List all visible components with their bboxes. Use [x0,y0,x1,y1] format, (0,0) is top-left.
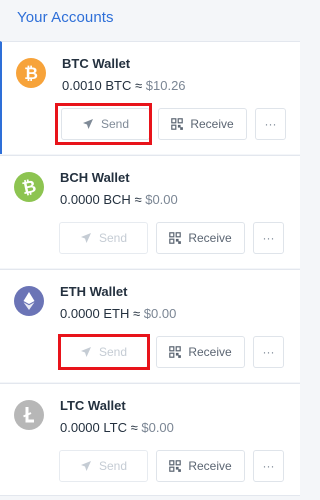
send-icon [80,346,92,358]
send-button[interactable]: Send [59,336,148,368]
fiat-balance: $10.26 [145,78,186,93]
send-button[interactable]: Send [59,450,148,482]
approx-sign: ≈ [133,306,141,321]
receive-label: Receive [188,231,232,245]
account-card-ltc[interactable]: LTC Wallet 0.0000 LTC ≈ $0.00 Send Recei… [0,383,300,496]
svg-text:₿: ₿ [21,177,37,197]
more-label: ··· [262,459,275,473]
bitcoin-cash-icon: ₿ [14,172,44,202]
crypto-balance: 0.0000 ETH [60,306,130,321]
more-label: ··· [262,345,275,359]
wallet-name: BCH Wallet [60,170,130,185]
receive-button[interactable]: Receive [156,450,245,482]
more-label: ··· [262,231,275,245]
approx-sign: ≈ [130,420,138,435]
more-options-button[interactable]: ··· [253,336,284,368]
crypto-balance: 0.0010 BTC [62,78,132,93]
fiat-balance: $0.00 [143,306,177,321]
account-card-btc[interactable]: ₿ BTC Wallet 0.0010 BTC ≈ $10.26 Send Re… [0,41,300,154]
send-button[interactable]: Send [61,108,150,140]
qr-code-icon [171,118,184,130]
accounts-header: Your Accounts [0,0,300,38]
wallet-balance: 0.0000 BCH ≈ $0.00 [60,192,178,207]
crypto-balance: 0.0000 BCH [60,192,131,207]
wallet-balance: 0.0000 LTC ≈ $0.00 [60,420,174,435]
wallet-name: BTC Wallet [62,56,131,71]
receive-button[interactable]: Receive [158,108,247,140]
more-options-button[interactable]: ··· [255,108,286,140]
fiat-balance: $0.00 [141,420,174,435]
send-label: Send [98,345,128,359]
ethereum-icon [14,286,44,316]
send-icon [80,460,92,472]
account-card-bch[interactable]: ₿ BCH Wallet 0.0000 BCH ≈ $0.00 Send Rec… [0,155,300,268]
approx-sign: ≈ [135,78,143,93]
wallet-balance: 0.0000 ETH ≈ $0.00 [60,306,176,321]
receive-label: Receive [188,345,232,359]
qr-code-icon [169,346,182,358]
receive-label: Receive [190,117,234,131]
qr-code-icon [169,232,182,244]
litecoin-icon [14,400,44,430]
receive-label: Receive [188,459,232,473]
wallet-name: LTC Wallet [60,398,126,413]
fiat-balance: $0.00 [145,192,178,207]
page-title: Your Accounts [17,9,114,26]
wallet-name: ETH Wallet [60,284,128,299]
account-card-eth[interactable]: ETH Wallet 0.0000 ETH ≈ $0.00 Send Recei… [0,269,300,382]
qr-code-icon [169,460,182,472]
wallet-balance: 0.0010 BTC ≈ $10.26 [62,78,186,93]
send-label: Send [98,231,128,245]
send-label: Send [100,117,130,131]
more-label: ··· [264,117,277,131]
send-button[interactable]: Send [59,222,148,254]
more-options-button[interactable]: ··· [253,222,284,254]
crypto-balance: 0.0000 LTC [60,420,127,435]
send-icon [82,118,94,130]
approx-sign: ≈ [134,192,142,207]
send-icon [80,232,92,244]
more-options-button[interactable]: ··· [253,450,284,482]
send-label: Send [98,459,128,473]
bitcoin-icon: ₿ [16,58,46,88]
receive-button[interactable]: Receive [156,222,245,254]
receive-button[interactable]: Receive [156,336,245,368]
svg-text:₿: ₿ [24,64,38,83]
